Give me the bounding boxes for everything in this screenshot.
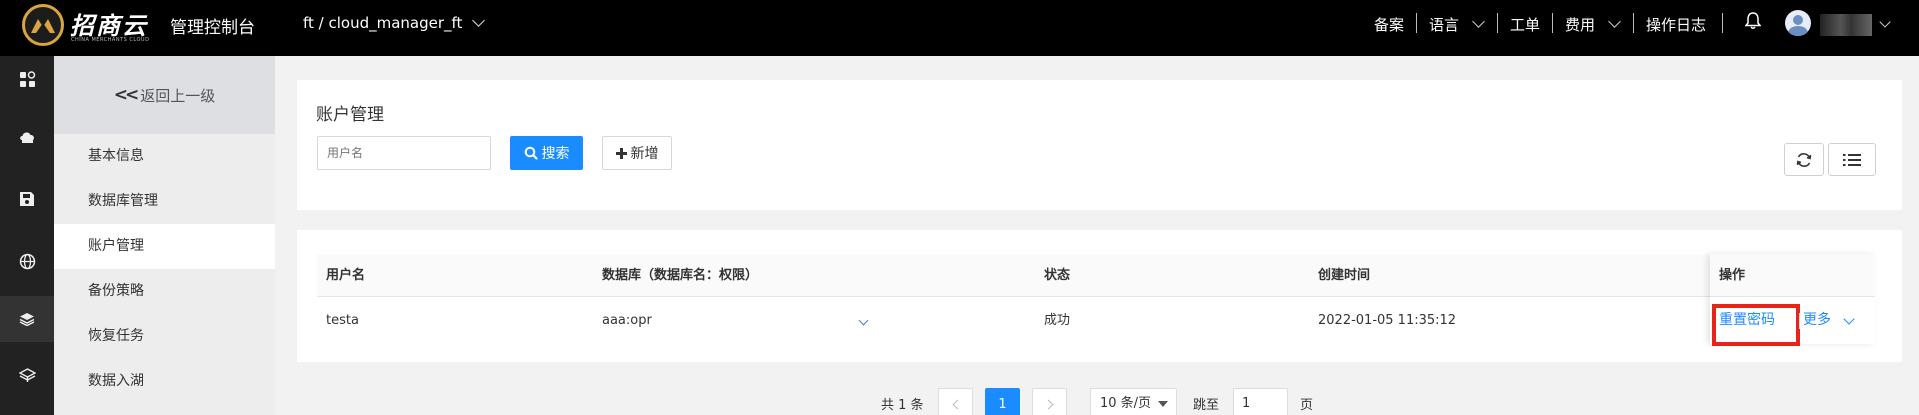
- jump-label: 跳至: [1193, 398, 1220, 413]
- refresh-button[interactable]: [1784, 143, 1824, 176]
- actions-column: 操作 重置密码 更多: [1710, 254, 1875, 346]
- nav-operation-log[interactable]: 操作日志: [1646, 14, 1706, 35]
- rail-item-network[interactable]: [0, 238, 54, 284]
- cloud-host-icon: [19, 132, 34, 143]
- search-icon: [524, 146, 538, 160]
- page-edge: [1902, 56, 1919, 415]
- chevron-down-icon[interactable]: [1879, 16, 1891, 28]
- project-selector[interactable]: ft / cloud_manager_ft: [303, 14, 486, 32]
- page-title: 账户管理: [316, 105, 384, 125]
- chevron-right-icon: [1043, 399, 1053, 409]
- nav-divider: [1633, 13, 1634, 33]
- add-button-label: 新增: [630, 146, 659, 162]
- column-header-database[interactable]: 数据库（数据库名：权限）: [602, 254, 758, 297]
- nav-cost[interactable]: 费用: [1565, 14, 1595, 35]
- nav-ticket[interactable]: 工单: [1510, 14, 1540, 35]
- top-navbar: 招商云 CHINA MERCHANTS CLOUD 管理控制台 ft / clo…: [0, 0, 1919, 56]
- database-stack-icon: [19, 313, 35, 326]
- jump-page-input[interactable]: 1: [1233, 388, 1288, 415]
- bell-icon[interactable]: [1744, 12, 1762, 34]
- back-label: 返回上一级: [140, 86, 216, 105]
- product-rail: [0, 56, 54, 415]
- sidebar-item-account-manage[interactable]: 账户管理: [54, 224, 275, 269]
- nav-divider: [1722, 13, 1723, 33]
- chevron-down-icon: [472, 14, 486, 27]
- brand-name-en: CHINA MERCHANTS CLOUD: [71, 37, 150, 43]
- table-card: 用户名 数据库（数据库名：权限） 状态 创建时间 testa aaa:opr 成…: [297, 230, 1902, 362]
- chevron-down-icon[interactable]: [1472, 15, 1485, 28]
- page-number-button[interactable]: 1: [985, 388, 1020, 415]
- nav-divider: [1497, 13, 1498, 33]
- chevron-down-icon[interactable]: [858, 315, 869, 326]
- rail-item-dashboard[interactable]: [0, 56, 54, 102]
- sidebar-item-data-lake[interactable]: 数据入湖: [54, 359, 275, 404]
- action-divider: [1799, 313, 1800, 329]
- chevron-left-icon: [952, 399, 962, 409]
- table-row: testa aaa:opr 成功 2022-01-05 11:35:12: [317, 297, 1875, 344]
- dashboard-icon: [19, 70, 35, 87]
- user-avatar[interactable]: [1785, 10, 1811, 36]
- column-header-username[interactable]: 用户名: [326, 254, 365, 297]
- plus-icon: [615, 147, 627, 159]
- back-button[interactable]: << 返回上一级: [54, 56, 275, 134]
- mountain-logo-icon: [31, 19, 55, 33]
- caret-down-icon: [1158, 401, 1168, 407]
- sidebar-item-backup-policy[interactable]: 备份策略: [54, 269, 275, 314]
- chevron-down-icon[interactable]: [1843, 313, 1855, 325]
- rail-item-database[interactable]: [0, 296, 54, 342]
- sidebar-item-restore-task[interactable]: 恢复任务: [54, 314, 275, 359]
- save-disk-icon: [20, 192, 34, 206]
- brand-logo[interactable]: [22, 4, 64, 46]
- page-size-value: 10 条/页: [1100, 396, 1152, 411]
- search-button-label: 搜索: [541, 146, 570, 162]
- brand-name: 招商云: [70, 11, 148, 40]
- username-search-input[interactable]: [317, 136, 491, 170]
- page-suffix: 页: [1300, 398, 1314, 413]
- user-name-masked[interactable]: [1820, 14, 1872, 36]
- search-button[interactable]: 搜索: [510, 136, 583, 170]
- chevron-down-icon[interactable]: [1608, 15, 1621, 28]
- sidebar-item-basic-info[interactable]: 基本信息: [54, 134, 275, 179]
- double-chevron-left-icon: <<: [113, 85, 139, 105]
- layers-box-icon: [18, 367, 36, 382]
- column-header-actions: 操作: [1719, 268, 1746, 283]
- nav-divider: [1416, 13, 1417, 33]
- list-icon: [1843, 153, 1861, 166]
- cell-username: testa: [326, 313, 359, 328]
- more-actions-link[interactable]: 更多: [1803, 297, 1831, 344]
- nav-record[interactable]: 备案: [1374, 14, 1404, 35]
- column-header-status[interactable]: 状态: [1044, 254, 1070, 297]
- rail-item-storage[interactable]: [0, 176, 54, 222]
- refresh-icon: [1796, 152, 1812, 167]
- column-header-created[interactable]: 创建时间: [1318, 254, 1370, 297]
- rail-item-cloud-host[interactable]: [0, 114, 54, 160]
- cell-status: 成功: [1044, 313, 1071, 328]
- add-button[interactable]: 新增: [602, 136, 672, 170]
- reset-password-link[interactable]: 重置密码: [1719, 297, 1775, 344]
- next-page-button[interactable]: [1032, 388, 1067, 415]
- rail-item-layers[interactable]: [0, 352, 54, 398]
- sidebar-item-database-manage[interactable]: 数据库管理: [54, 179, 275, 224]
- nav-language[interactable]: 语言: [1429, 14, 1459, 35]
- globe-icon: [19, 253, 35, 269]
- table-header: 用户名 数据库（数据库名：权限） 状态 创建时间: [317, 254, 1875, 297]
- project-name: ft / cloud_manager_ft: [303, 14, 463, 32]
- prev-page-button[interactable]: [938, 388, 973, 415]
- toolbar-card: 账户管理 搜索 新增: [297, 80, 1902, 210]
- console-title[interactable]: 管理控制台: [170, 13, 255, 38]
- pagination-total: 共 1 条: [881, 398, 924, 413]
- page-size-select[interactable]: 10 条/页: [1090, 388, 1177, 415]
- cell-created-time: 2022-01-05 11:35:12: [1318, 313, 1457, 328]
- cell-database: aaa:opr: [602, 313, 652, 328]
- column-settings-button[interactable]: [1828, 143, 1876, 176]
- nav-divider: [1552, 13, 1553, 33]
- secondary-sidebar: << 返回上一级 基本信息 数据库管理 账户管理 备份策略 恢复任务 数据入湖: [54, 56, 275, 415]
